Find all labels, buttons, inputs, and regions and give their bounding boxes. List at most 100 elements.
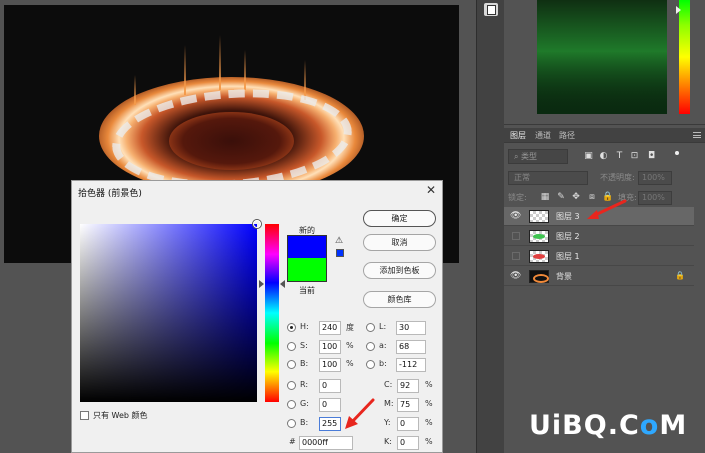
type-filter-icon[interactable]: T (615, 152, 624, 161)
lab-b-radio[interactable] (366, 360, 375, 369)
magenta-unit: % (425, 399, 433, 408)
green-radio[interactable] (287, 400, 296, 409)
lab-l-field-row: L: 30 (366, 321, 426, 335)
black-label: K: (384, 437, 392, 446)
cancel-button[interactable]: 取消 (363, 234, 436, 251)
color-picker-dialog: 拾色器 (前景色) ✕ 新的 当前 ⚠ 确定 取消 添加到色板 颜色库 H: 2… (71, 180, 443, 453)
eye-icon[interactable]: 👁 (510, 211, 521, 222)
hue-slider-left-arrow-icon[interactable] (259, 280, 264, 288)
hex-label: # (289, 437, 296, 446)
hue-slider[interactable] (265, 224, 279, 402)
lock-position-icon[interactable]: ✥ (571, 192, 581, 202)
lab-l-label: L: (379, 322, 387, 331)
out-of-gamut-warning-icon[interactable]: ⚠ (335, 236, 343, 246)
red-radio[interactable] (287, 381, 296, 390)
lock-paint-icon[interactable]: ✎ (556, 192, 566, 202)
panel-menu-icon[interactable] (693, 132, 701, 138)
lab-b-input[interactable]: -112 (396, 358, 426, 372)
visibility-toggle[interactable] (512, 252, 520, 260)
opacity-field[interactable]: 100% (638, 171, 672, 185)
blue-input[interactable]: 255 (319, 417, 341, 431)
lab-a-label: a: (379, 341, 387, 350)
color-panel-hue-slider[interactable] (679, 0, 690, 114)
image-filter-icon[interactable]: ▣ (584, 152, 593, 161)
web-colors-only-checkbox[interactable] (80, 411, 89, 420)
saturation-unit: % (346, 341, 354, 350)
yellow-unit: % (425, 418, 433, 427)
fill-field[interactable]: 100% (638, 191, 672, 205)
magenta-field-row: M: 75 % (384, 398, 439, 412)
saturation-brightness-field[interactable] (80, 224, 257, 402)
flame-streak (219, 35, 221, 90)
brightness-input[interactable]: 100 (319, 358, 341, 372)
layers-panel: 图层 通道 路径 ⌕ 类型 ▣ ◐ T ⊡ ◘ 正常 不透明度: 100% 锁定… (504, 128, 705, 453)
lab-l-input[interactable]: 30 (396, 321, 426, 335)
green-input[interactable]: 0 (319, 398, 341, 412)
layer-row-layer-2[interactable]: 图层 2 (504, 227, 694, 246)
cyan-label: C: (384, 380, 393, 389)
blend-mode-select[interactable]: 正常 (508, 171, 588, 185)
smart-object-filter-icon[interactable]: ◘ (647, 152, 656, 161)
hex-input[interactable]: 0000ff (299, 436, 353, 450)
hue-input[interactable]: 240 (319, 321, 341, 335)
new-color-swatch (287, 235, 327, 258)
panel-dock-strip (476, 0, 504, 453)
hue-slider-right-arrow-icon[interactable] (280, 280, 285, 288)
layer-name: 图层 3 (556, 212, 580, 221)
red-input[interactable]: 0 (319, 379, 341, 393)
layer-thumbnail (529, 230, 549, 243)
shape-filter-icon[interactable]: ⊡ (630, 152, 639, 161)
green-label: G: (300, 399, 309, 408)
document-icon[interactable] (484, 3, 498, 16)
tab-paths[interactable]: 路径 (559, 130, 575, 141)
yellow-label: Y: (384, 418, 391, 427)
color-libraries-button[interactable]: 颜色库 (363, 291, 436, 308)
tab-channels[interactable]: 通道 (535, 130, 551, 141)
hue-slider-knob[interactable] (676, 6, 681, 14)
lab-a-field-row: a: 68 (366, 340, 426, 354)
right-panels: 图层 通道 路径 ⌕ 类型 ▣ ◐ T ⊡ ◘ 正常 不透明度: 100% 锁定… (504, 0, 705, 453)
ok-button[interactable]: 确定 (363, 210, 436, 227)
filter-toggle-icon[interactable] (675, 151, 679, 155)
layer-filter-select[interactable]: ⌕ 类型 (508, 149, 568, 164)
cyan-input[interactable]: 92 (397, 379, 419, 393)
current-color-swatch[interactable] (287, 258, 327, 282)
layer-filter-label: 类型 (521, 152, 538, 161)
web-safe-swatch[interactable] (336, 249, 344, 257)
magenta-label: M: (384, 399, 394, 408)
saturation-radio[interactable] (287, 342, 296, 351)
flame-streak (304, 60, 306, 100)
tab-layers[interactable]: 图层 (510, 130, 526, 141)
hue-radio[interactable] (287, 323, 296, 332)
color-marker[interactable] (253, 220, 261, 228)
adjustment-filter-icon[interactable]: ◐ (599, 152, 608, 161)
saturation-input[interactable]: 100 (319, 340, 341, 354)
close-icon[interactable]: ✕ (426, 183, 436, 197)
saturation-field-row: S: 100 % (287, 340, 357, 354)
lab-a-radio[interactable] (366, 342, 375, 351)
eye-icon[interactable]: 👁 (510, 271, 521, 282)
hex-field-row: # 0000ff (287, 436, 357, 450)
add-to-swatches-button[interactable]: 添加到色板 (363, 262, 436, 279)
yellow-input[interactable]: 0 (397, 417, 419, 431)
layer-row-layer-1[interactable]: 图层 1 (504, 247, 694, 266)
layer-thumbnail (529, 270, 549, 283)
blue-label: B: (300, 418, 309, 427)
layer-row-background[interactable]: 👁 背景 🔒 (504, 267, 694, 286)
layer-name: 背景 (556, 272, 572, 281)
lock-pixels-icon[interactable]: ▦ (540, 192, 550, 202)
search-icon: ⌕ (514, 152, 522, 161)
lab-l-radio[interactable] (366, 323, 375, 332)
annotation-arrow-icon (587, 199, 627, 219)
lab-a-input[interactable]: 68 (396, 340, 426, 354)
saturation-label: S: (300, 341, 308, 350)
brightness-radio[interactable] (287, 360, 296, 369)
layer-filter-row: ⌕ 类型 ▣ ◐ T ⊡ ◘ (508, 149, 698, 164)
dialog-title: 拾色器 (前景色) (78, 189, 142, 199)
black-input[interactable]: 0 (397, 436, 419, 450)
hue-label: H: (300, 322, 309, 331)
visibility-toggle[interactable] (512, 232, 520, 240)
color-panel-field[interactable] (537, 0, 667, 114)
blue-radio[interactable] (287, 419, 296, 428)
magenta-input[interactable]: 75 (397, 398, 419, 412)
